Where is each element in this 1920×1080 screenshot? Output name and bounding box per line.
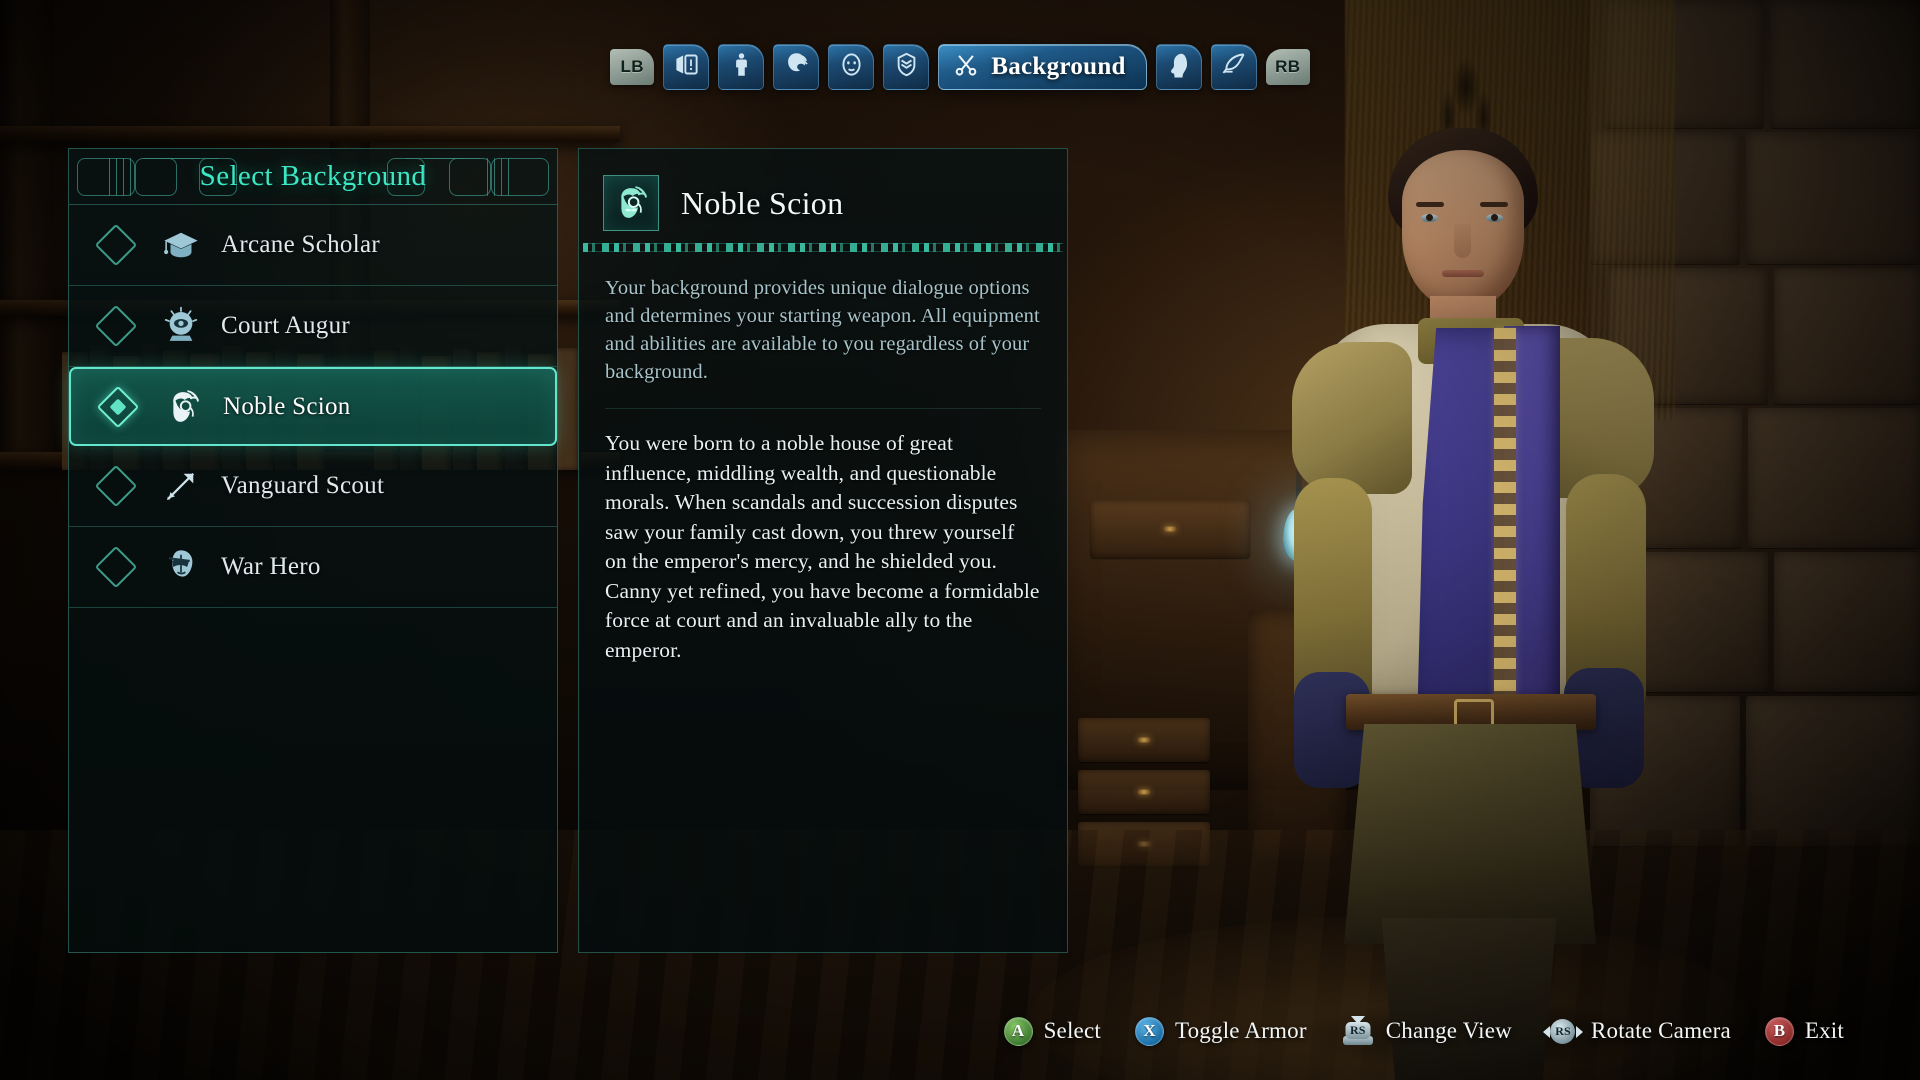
detail-body: Your background provides unique dialogue… bbox=[579, 252, 1067, 665]
desk-drawer bbox=[1078, 770, 1210, 814]
left-bumper-badge[interactable]: LB bbox=[610, 49, 655, 85]
character-pupil-left bbox=[1426, 214, 1433, 221]
button-a-icon: A bbox=[1003, 1016, 1033, 1046]
decorative-divider bbox=[583, 243, 1063, 252]
stick-label: RS bbox=[1550, 1018, 1576, 1044]
character-shoulder-left bbox=[1292, 342, 1412, 494]
hint-label-select: Select bbox=[1043, 1018, 1101, 1043]
detail-description-text: You were born to a noble house of great … bbox=[605, 431, 1040, 662]
tab-class[interactable] bbox=[883, 44, 930, 90]
right-bumper-badge[interactable]: RB bbox=[1265, 49, 1310, 85]
tab-body[interactable] bbox=[718, 44, 765, 90]
scissors-icon bbox=[953, 52, 979, 83]
top-tab-bar: LB Background RB bbox=[0, 38, 1920, 96]
panel-header: Select Background bbox=[69, 149, 557, 205]
cards-icon bbox=[673, 51, 700, 83]
noble-head-icon bbox=[161, 385, 205, 429]
page-title: Select Background bbox=[199, 160, 427, 192]
character-nose bbox=[1454, 224, 1471, 258]
hair-face-icon bbox=[783, 51, 810, 83]
stone-block bbox=[1746, 696, 1920, 846]
list-item-label: Vanguard Scout bbox=[221, 472, 385, 499]
detail-title: Noble Scion bbox=[681, 184, 844, 221]
tab-hair[interactable] bbox=[773, 44, 820, 90]
graduation-cap-icon bbox=[159, 223, 203, 267]
controller-hint-bar: A Select X Toggle Armor RS Change View R… bbox=[0, 1008, 1920, 1054]
eyepatch-head-icon bbox=[159, 545, 203, 589]
character-tunic-skirt bbox=[1344, 724, 1596, 944]
button-b-icon: B bbox=[1764, 1016, 1794, 1046]
stick-label: RS bbox=[1345, 1021, 1371, 1039]
stick-arrow-left bbox=[1542, 1025, 1550, 1038]
detail-header: Noble Scion bbox=[579, 149, 1067, 237]
hint-select[interactable]: A Select bbox=[1003, 1016, 1101, 1046]
stone-block bbox=[1746, 132, 1920, 264]
selection-diamond bbox=[94, 464, 138, 508]
hint-toggle-armor[interactable]: X Toggle Armor bbox=[1134, 1016, 1307, 1046]
shelf-board-top bbox=[0, 126, 620, 142]
stone-block bbox=[1748, 408, 1920, 548]
hint-label-exit: Exit bbox=[1804, 1018, 1844, 1043]
tab-background-label: Background bbox=[991, 53, 1126, 80]
detail-intro-text: Your background provides unique dialogue… bbox=[605, 277, 1040, 383]
hint-label-change-view: Change View bbox=[1385, 1018, 1512, 1043]
tab-profile[interactable] bbox=[1155, 44, 1202, 90]
stone-block bbox=[1774, 552, 1920, 692]
list-item-court-augur[interactable]: Court Augur bbox=[69, 286, 557, 367]
character-brow-right bbox=[1480, 202, 1508, 207]
character-glove-left bbox=[1294, 672, 1370, 788]
selection-diamond bbox=[94, 304, 138, 348]
character-brow-left bbox=[1416, 202, 1444, 207]
list-item-war-hero[interactable]: War Hero bbox=[69, 527, 557, 608]
hint-rotate-camera[interactable]: RS Rotate Camera bbox=[1542, 1017, 1731, 1046]
body-icon bbox=[728, 51, 755, 83]
header-ornament bbox=[109, 158, 137, 196]
select-background-panel: Select Background Arcane Scholar Court A… bbox=[68, 148, 558, 953]
desk-drawer bbox=[1090, 500, 1250, 558]
stick-arrow-right bbox=[1575, 1025, 1583, 1038]
selection-diamond bbox=[94, 545, 138, 589]
background-list: Arcane Scholar Court Augur Noble Scion V… bbox=[69, 205, 557, 608]
hint-label-toggle-armor: Toggle Armor bbox=[1174, 1018, 1307, 1043]
profile-icon bbox=[1165, 51, 1192, 83]
face-icon bbox=[838, 51, 865, 83]
selection-diamond bbox=[94, 223, 138, 267]
right-stick-rotate-icon: RS bbox=[1542, 1017, 1583, 1046]
character-model[interactable] bbox=[1290, 128, 1660, 1080]
quill-icon bbox=[1220, 51, 1247, 83]
list-item-vanguard-scout[interactable]: Vanguard Scout bbox=[69, 446, 557, 527]
list-item-label: War Hero bbox=[221, 553, 321, 580]
list-item-noble-scion[interactable]: Noble Scion bbox=[69, 367, 557, 446]
arrow-icon bbox=[159, 464, 203, 508]
chevrons-icon bbox=[893, 51, 920, 83]
tab-face[interactable] bbox=[828, 44, 875, 90]
hint-change-view[interactable]: RS Change View bbox=[1341, 1015, 1512, 1046]
tab-name[interactable] bbox=[1210, 44, 1257, 90]
button-x-icon: X bbox=[1134, 1016, 1164, 1046]
crystal-ball-icon bbox=[159, 304, 203, 348]
list-item-arcane-scholar[interactable]: Arcane Scholar bbox=[69, 205, 557, 286]
list-item-label: Arcane Scholar bbox=[221, 231, 380, 258]
stone-block bbox=[1774, 268, 1920, 404]
detail-separator bbox=[605, 408, 1041, 409]
hint-exit[interactable]: B Exit bbox=[1764, 1016, 1844, 1046]
tab-origin[interactable] bbox=[663, 44, 710, 90]
background-detail-panel: Noble Scion Your background provides uni… bbox=[578, 148, 1068, 953]
list-item-label: Noble Scion bbox=[223, 392, 351, 420]
character-legs bbox=[1381, 918, 1557, 1080]
desk-drawer bbox=[1078, 718, 1210, 762]
selection-diamond bbox=[96, 385, 140, 428]
hint-label-rotate-camera: Rotate Camera bbox=[1590, 1018, 1731, 1043]
character-mouth bbox=[1442, 270, 1484, 277]
character-pupil-right bbox=[1491, 214, 1498, 221]
list-item-label: Court Augur bbox=[221, 312, 350, 339]
tab-background-active[interactable]: Background bbox=[938, 44, 1147, 90]
right-stick-up-icon: RS bbox=[1341, 1015, 1375, 1046]
noble-head-icon bbox=[603, 175, 659, 231]
